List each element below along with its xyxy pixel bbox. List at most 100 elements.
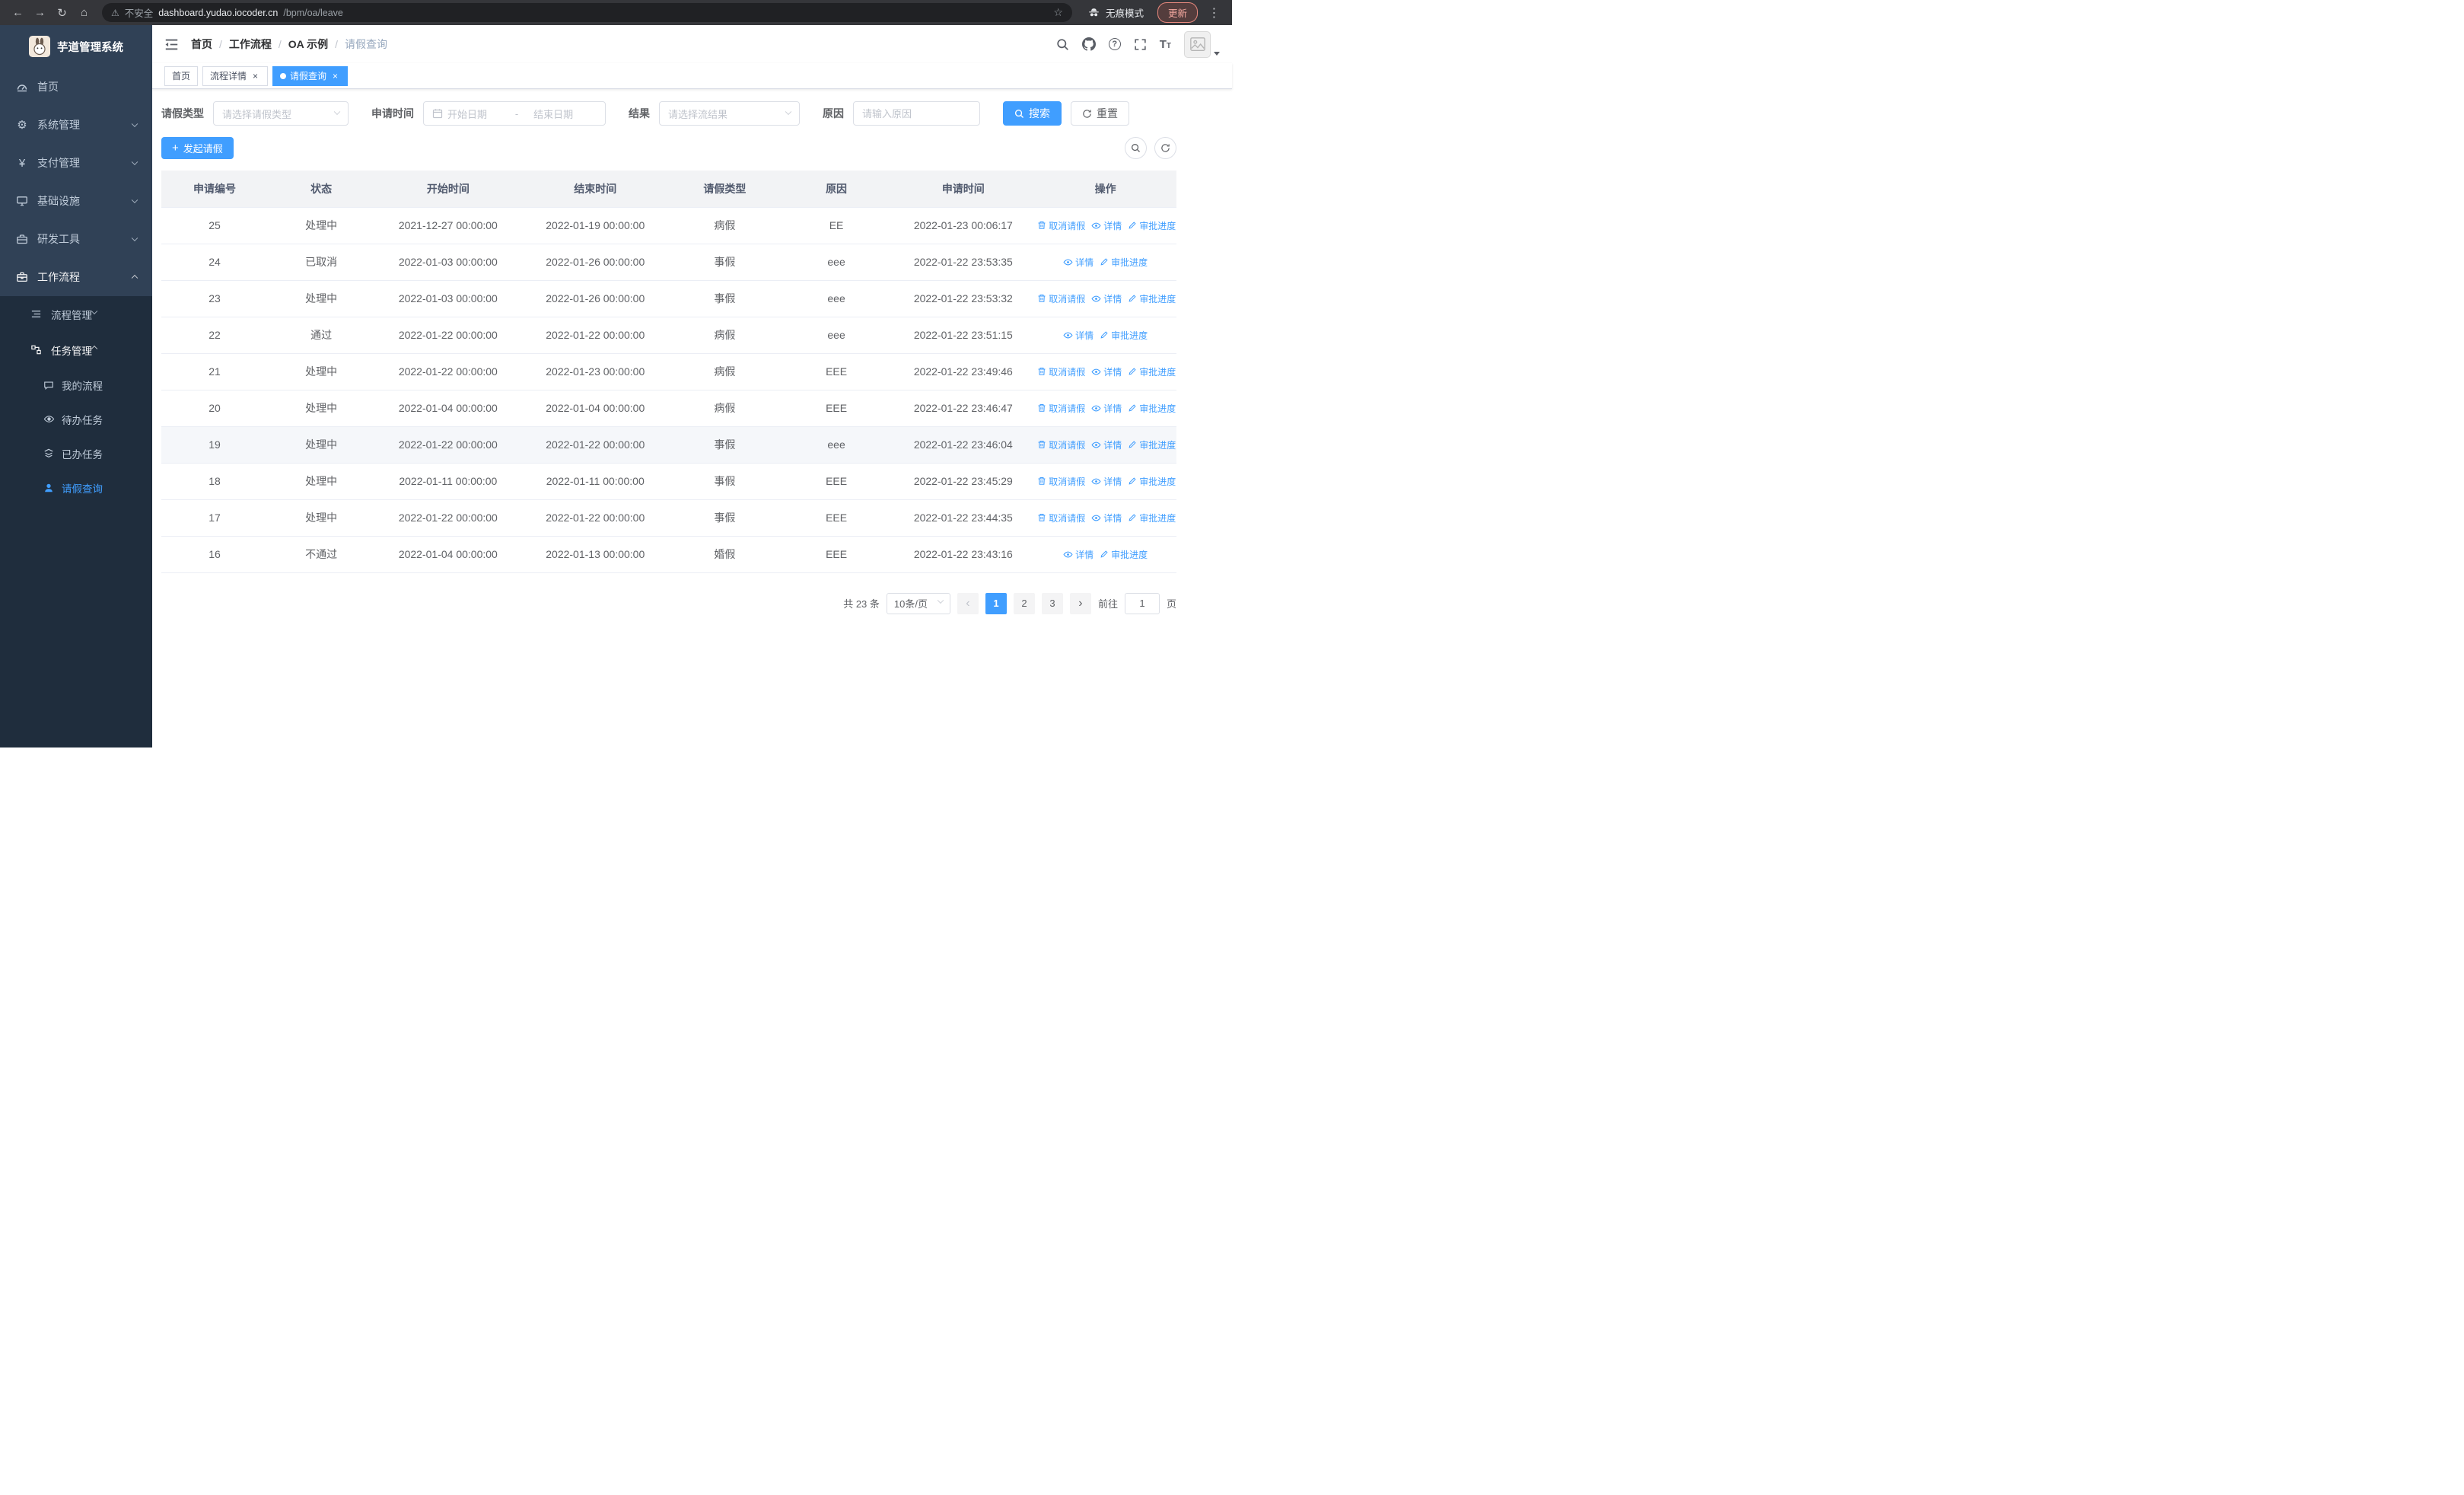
- back-icon[interactable]: ←: [8, 2, 28, 23]
- sidebar-item-system[interactable]: ⚙ 系统管理: [0, 106, 152, 144]
- sidebar-item-rd-tools[interactable]: 研发工具: [0, 220, 152, 258]
- approval-progress-link[interactable]: 审批进度: [1128, 512, 1176, 524]
- cell-end-time: 2022-01-11 00:00:00: [521, 463, 669, 500]
- cancel-leave-link[interactable]: 取消请假: [1037, 475, 1085, 488]
- cell-start-time: 2021-12-27 00:00:00: [374, 207, 522, 244]
- detail-link[interactable]: 详情: [1091, 438, 1122, 451]
- approval-progress-link[interactable]: 审批进度: [1100, 548, 1148, 561]
- update-button[interactable]: 更新: [1157, 2, 1198, 23]
- chevron-down-icon: [131, 196, 138, 204]
- sidebar-item-my-process[interactable]: 我的流程: [0, 368, 152, 402]
- detail-link[interactable]: 详情: [1091, 292, 1122, 305]
- leave-table: 申请编号 状态 开始时间 结束时间 请假类型 原因 申请时间 操作 25 处理中 2…: [161, 171, 1176, 573]
- toggle-search-icon[interactable]: [1125, 137, 1147, 159]
- reload-icon[interactable]: ↻: [52, 2, 72, 23]
- cell-end-time: 2022-01-26 00:00:00: [521, 280, 669, 317]
- approval-progress-link[interactable]: 审批进度: [1128, 438, 1176, 451]
- address-bar[interactable]: ⚠ 不安全 dashboard.yudao.iocoder.cn/bpm/oa/…: [102, 3, 1072, 22]
- search-icon[interactable]: [1056, 38, 1069, 51]
- sidebar: 芋道管理系统 首页 ⚙ 系统管理 ¥ 支付管理 基础设施 研发工具 工作流程 流…: [0, 25, 152, 748]
- approval-progress-link[interactable]: 审批进度: [1100, 329, 1148, 342]
- github-icon[interactable]: [1081, 37, 1096, 51]
- table-row: 16 不通过 2022-01-04 00:00:00 2022-01-13 00:00…: [161, 536, 1176, 573]
- search-button[interactable]: 搜索: [1003, 101, 1062, 126]
- page-button-3[interactable]: 3: [1041, 592, 1063, 614]
- sidebar-item-payment[interactable]: ¥ 支付管理: [0, 144, 152, 182]
- eye-icon: [43, 413, 55, 425]
- refresh-icon[interactable]: [1154, 137, 1176, 159]
- help-icon[interactable]: ?: [1108, 38, 1121, 50]
- tab-leave-query[interactable]: 请假查询 ×: [272, 65, 349, 86]
- cancel-leave-link[interactable]: 取消请假: [1037, 292, 1085, 305]
- url-host: dashboard.yudao.iocoder.cn: [158, 7, 279, 18]
- forward-icon[interactable]: →: [30, 2, 50, 23]
- approval-progress-link[interactable]: 审批进度: [1100, 256, 1148, 269]
- fullscreen-icon[interactable]: [1134, 38, 1147, 51]
- cancel-leave-link[interactable]: 取消请假: [1037, 219, 1085, 232]
- cancel-leave-link[interactable]: 取消请假: [1037, 365, 1085, 378]
- page-button-1[interactable]: 1: [985, 592, 1007, 614]
- tab-process-detail[interactable]: 流程详情 ×: [202, 65, 269, 86]
- result-select[interactable]: 请选择流结果: [659, 101, 800, 126]
- app-title: 芋道管理系统: [57, 41, 123, 54]
- sidebar-item-done-tasks[interactable]: 已办任务: [0, 436, 152, 470]
- date-range-picker[interactable]: 开始日期 - 结束日期: [423, 101, 606, 126]
- page-button-2[interactable]: 2: [1013, 592, 1035, 614]
- gear-icon: ⚙: [17, 119, 27, 132]
- detail-link[interactable]: 详情: [1063, 548, 1094, 561]
- page-size-select[interactable]: 10条/页: [886, 592, 950, 614]
- cell-reason: eee: [780, 426, 893, 464]
- cell-apply-time: 2022-01-22 23:51:15: [892, 317, 1035, 354]
- sidebar-item-leave-query[interactable]: 请假查询: [0, 470, 152, 505]
- app-logo[interactable]: 芋道管理系统: [0, 25, 152, 68]
- next-page-button[interactable]: ›: [1069, 592, 1091, 614]
- create-leave-button[interactable]: + 发起请假: [161, 137, 234, 159]
- approval-progress-link[interactable]: 审批进度: [1128, 475, 1176, 488]
- approval-progress-link[interactable]: 审批进度: [1128, 402, 1176, 415]
- approval-progress-link[interactable]: 审批进度: [1128, 219, 1176, 232]
- sidebar-item-workflow[interactable]: 工作流程: [0, 258, 152, 296]
- cell-end-time: 2022-01-13 00:00:00: [521, 536, 669, 573]
- sidebar-item-home[interactable]: 首页: [0, 68, 152, 106]
- reason-input[interactable]: [853, 101, 980, 126]
- tab-home[interactable]: 首页: [164, 65, 199, 86]
- cancel-leave-link[interactable]: 取消请假: [1037, 402, 1085, 415]
- breadcrumb-item-leave-query: 请假查询: [345, 38, 388, 50]
- cell-end-time: 2022-01-23 00:00:00: [521, 353, 669, 390]
- detail-link[interactable]: 详情: [1091, 402, 1122, 415]
- goto-prefix: 前往: [1097, 598, 1118, 610]
- sidebar-item-infrastructure[interactable]: 基础设施: [0, 182, 152, 220]
- breadcrumb-item-home[interactable]: 首页: [191, 37, 212, 52]
- sidebar-collapse-icon[interactable]: [164, 37, 179, 52]
- reset-button[interactable]: 重置: [1071, 101, 1129, 126]
- breadcrumb-item-workflow[interactable]: 工作流程: [229, 37, 272, 52]
- detail-link[interactable]: 详情: [1091, 365, 1122, 378]
- cell-leave-type: 事假: [668, 463, 781, 500]
- sidebar-item-todo-tasks[interactable]: 待办任务: [0, 402, 152, 436]
- cell-leave-type: 病假: [668, 353, 781, 390]
- bookmark-star-icon[interactable]: ☆: [1053, 6, 1063, 19]
- detail-link[interactable]: 详情: [1063, 256, 1094, 269]
- approval-progress-link[interactable]: 审批进度: [1128, 365, 1176, 378]
- sidebar-item-label: 请假查询: [62, 483, 103, 495]
- sidebar-item-task-management[interactable]: 任务管理: [0, 332, 152, 368]
- font-size-icon[interactable]: TT: [1160, 39, 1171, 50]
- detail-link[interactable]: 详情: [1091, 512, 1122, 524]
- prev-page-button[interactable]: ‹: [957, 592, 979, 614]
- breadcrumb-item-oa-example[interactable]: OA 示例: [288, 37, 328, 52]
- home-icon[interactable]: ⌂: [74, 2, 94, 23]
- detail-link[interactable]: 详情: [1091, 475, 1122, 488]
- leave-type-select[interactable]: 请选择请假类型: [213, 101, 349, 126]
- approval-progress-link[interactable]: 审批进度: [1128, 292, 1176, 305]
- goto-page-input[interactable]: [1124, 592, 1160, 614]
- user-menu[interactable]: [1184, 30, 1220, 58]
- sidebar-item-process-management[interactable]: 流程管理: [0, 296, 152, 332]
- close-icon[interactable]: ×: [250, 71, 260, 81]
- close-icon[interactable]: ×: [330, 71, 340, 81]
- cancel-leave-link[interactable]: 取消请假: [1037, 512, 1085, 524]
- detail-link[interactable]: 详情: [1063, 329, 1094, 342]
- detail-link[interactable]: 详情: [1091, 219, 1122, 232]
- cancel-leave-link[interactable]: 取消请假: [1037, 438, 1085, 451]
- browser-menu-icon[interactable]: ⋮: [1204, 2, 1224, 23]
- chevron-down-icon: [131, 234, 138, 242]
